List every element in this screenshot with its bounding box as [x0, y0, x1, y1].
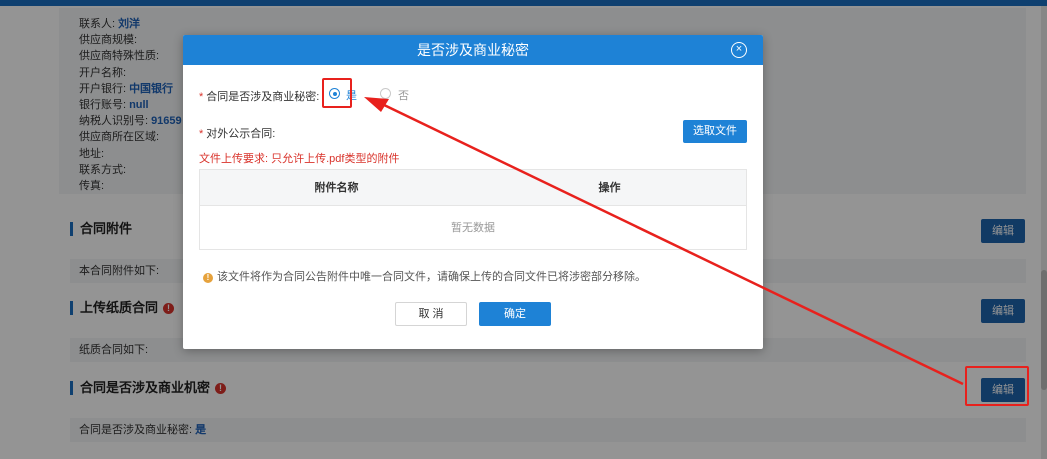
annotation-arrow-icon — [364, 97, 964, 386]
annotation-arrow-line — [381, 102, 964, 386]
annotation-arrow-head — [364, 97, 389, 112]
